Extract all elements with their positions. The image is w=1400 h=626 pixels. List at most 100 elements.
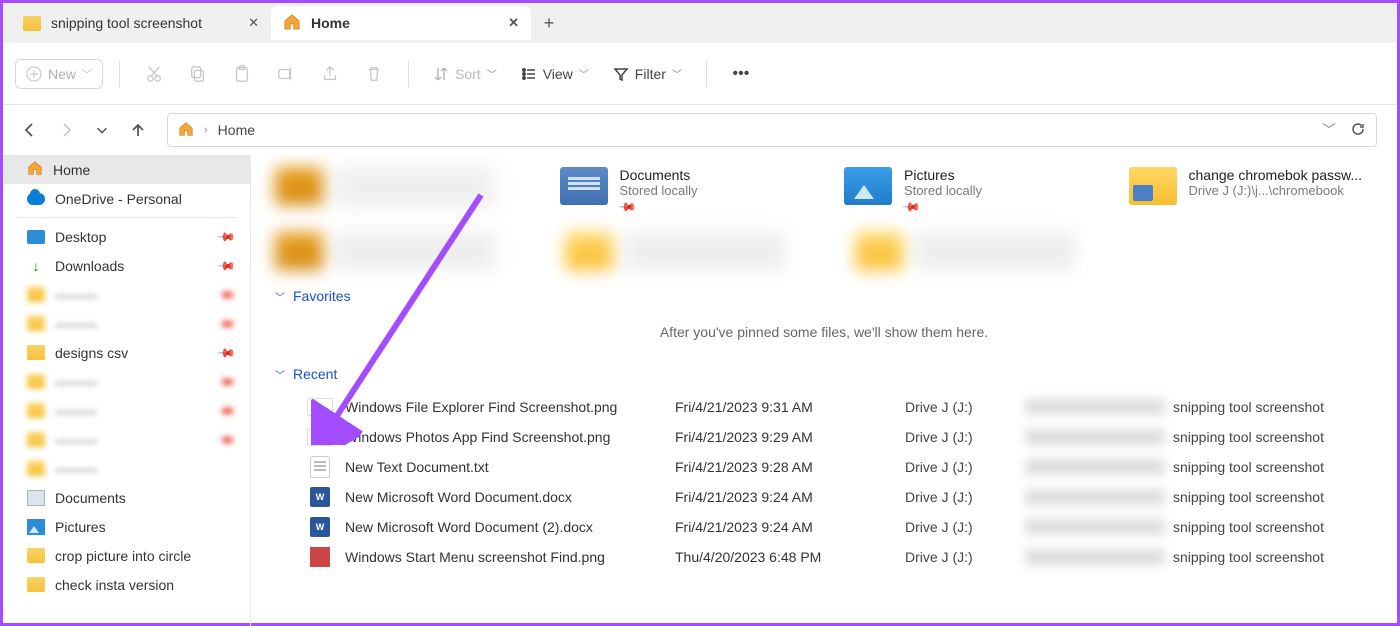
file-name: New Microsoft Word Document (2).docx — [345, 519, 675, 535]
sidebar-item-blurred[interactable]: ——— 📌 — [3, 396, 250, 425]
sidebar-item-onedrive[interactable]: OneDrive - Personal — [3, 184, 250, 213]
sidebar-item-check[interactable]: check insta version — [3, 570, 250, 599]
file-tag: snipping tool screenshot — [1173, 459, 1324, 475]
quick-title: Documents — [620, 167, 698, 183]
folder-icon — [27, 287, 45, 302]
folder-icon — [27, 432, 45, 447]
pin-icon: 📌 — [216, 400, 236, 420]
back-button[interactable] — [15, 115, 45, 145]
recent-list: Windows File Explorer Find Screenshot.pn… — [275, 392, 1373, 572]
share-icon[interactable] — [312, 56, 348, 92]
folder-icon — [23, 16, 41, 31]
quick-item-documents[interactable]: Documents Stored locally 📌 — [560, 167, 805, 214]
documents-icon — [27, 490, 45, 506]
more-icon[interactable]: ••• — [723, 56, 759, 92]
quick-item-pictures[interactable]: Pictures Stored locally 📌 — [844, 167, 1089, 214]
sidebar-item-blurred[interactable]: ——— 📌 — [3, 309, 250, 338]
cut-icon[interactable] — [136, 56, 172, 92]
chevron-down-icon: ﹀ — [672, 66, 682, 81]
quick-item-chromebook[interactable]: change chromebok passw... Drive J (J:)\j… — [1129, 167, 1374, 214]
file-path-blurred — [1025, 399, 1165, 415]
sidebar-item-documents[interactable]: Documents — [3, 483, 250, 512]
sidebar-label: Downloads — [55, 258, 124, 274]
folder-icon — [27, 548, 45, 563]
file-date: Fri/4/21/2023 9:28 AM — [675, 459, 905, 475]
pin-icon: 📌 — [216, 429, 236, 449]
sidebar-item-blurred[interactable]: ——— 📌 — [3, 425, 250, 454]
content-area: Documents Stored locally 📌 Pictures Stor… — [251, 155, 1397, 626]
section-label: Recent — [293, 366, 337, 382]
paste-icon[interactable] — [224, 56, 260, 92]
sidebar-item-downloads[interactable]: ↓ Downloads 📌 — [3, 251, 250, 280]
sidebar-item-blurred[interactable]: ——— 📌 — [3, 367, 250, 396]
sidebar-item-home[interactable]: Home — [3, 155, 250, 184]
sidebar-label: Pictures — [55, 519, 106, 535]
pin-icon: 📌 — [216, 255, 236, 275]
refresh-icon[interactable] — [1350, 121, 1366, 140]
chevron-down-icon[interactable]: ﹀ — [1322, 120, 1336, 140]
pin-icon: 📌 — [216, 284, 236, 304]
chevron-down-icon: ﹀ — [275, 289, 285, 304]
quick-item-blurred[interactable] — [275, 232, 525, 270]
delete-icon[interactable] — [356, 56, 392, 92]
new-tab-button[interactable]: + — [531, 13, 567, 34]
image-icon — [307, 398, 333, 416]
recent-dropdown[interactable] — [87, 115, 117, 145]
file-row[interactable]: WNew Microsoft Word Document.docxFri/4/2… — [275, 482, 1373, 512]
sidebar-item-pictures[interactable]: Pictures — [3, 512, 250, 541]
filter-button[interactable]: Filter ﹀ — [605, 60, 690, 88]
file-tag: snipping tool screenshot — [1173, 399, 1324, 415]
view-button[interactable]: View ﹀ — [513, 60, 597, 88]
file-name: Windows Start Menu screenshot Find.png — [345, 549, 675, 565]
recent-header[interactable]: ﹀ Recent — [275, 366, 1373, 382]
up-button[interactable] — [123, 115, 153, 145]
folder-icon — [27, 345, 45, 360]
quick-access-row — [275, 232, 1373, 270]
sidebar-label: ——— — [55, 287, 97, 303]
file-row[interactable]: Windows File Explorer Find Screenshot.pn… — [275, 392, 1373, 422]
sidebar: Home OneDrive - Personal Desktop 📌 ↓ Dow… — [3, 155, 251, 626]
file-name: Windows Photos App Find Screenshot.png — [345, 429, 675, 445]
file-row[interactable]: WNew Microsoft Word Document (2).docxFri… — [275, 512, 1373, 542]
pin-icon: 📌 — [216, 371, 236, 391]
sort-button[interactable]: Sort ﹀ — [425, 60, 505, 88]
quick-item-blurred[interactable] — [275, 167, 520, 214]
text-icon — [310, 456, 330, 478]
quick-item-blurred[interactable] — [565, 232, 815, 270]
file-date: Fri/4/21/2023 9:24 AM — [675, 519, 905, 535]
sidebar-label: crop picture into circle — [55, 548, 191, 564]
quick-item-blurred[interactable] — [855, 232, 1105, 270]
separator — [408, 61, 409, 87]
address-bar[interactable]: › Home ﹀ — [167, 113, 1377, 147]
home-icon — [283, 14, 301, 33]
home-icon — [27, 161, 43, 178]
close-icon[interactable]: ✕ — [248, 15, 259, 31]
sidebar-label: OneDrive - Personal — [55, 191, 182, 207]
tab-home[interactable]: Home ✕ — [271, 6, 531, 40]
image-icon — [307, 428, 333, 446]
sidebar-item-designs[interactable]: designs csv 📌 — [3, 338, 250, 367]
file-row[interactable]: Windows Start Menu screenshot Find.pngTh… — [275, 542, 1373, 572]
sidebar-item-desktop[interactable]: Desktop 📌 — [3, 222, 250, 251]
rename-icon[interactable] — [268, 56, 304, 92]
file-tag: snipping tool screenshot — [1173, 489, 1324, 505]
pin-icon: 📌 — [216, 313, 236, 333]
sidebar-label: Desktop — [55, 229, 106, 245]
pin-icon: 📌 — [216, 342, 236, 362]
new-button[interactable]: New ﹀ — [15, 59, 103, 89]
sidebar-item-blurred[interactable]: ——— 📌 — [3, 280, 250, 309]
file-name: Windows File Explorer Find Screenshot.pn… — [345, 399, 675, 415]
file-location: Drive J (J:) — [905, 549, 1025, 565]
file-icon — [310, 547, 330, 567]
favorites-header[interactable]: ﹀ Favorites — [275, 288, 1373, 304]
sidebar-item-crop[interactable]: crop picture into circle — [3, 541, 250, 570]
quick-sub: Stored locally — [904, 183, 982, 198]
copy-icon[interactable] — [180, 56, 216, 92]
close-icon[interactable]: ✕ — [508, 15, 519, 31]
file-row[interactable]: Windows Photos App Find Screenshot.pngFr… — [275, 422, 1373, 452]
file-row[interactable]: New Text Document.txtFri/4/21/2023 9:28 … — [275, 452, 1373, 482]
sidebar-item-blurred[interactable]: ——— — [3, 454, 250, 483]
tab-snipping[interactable]: snipping tool screenshot ✕ — [11, 6, 271, 40]
chevron-down-icon: ﹀ — [579, 66, 589, 81]
forward-button[interactable] — [51, 115, 81, 145]
